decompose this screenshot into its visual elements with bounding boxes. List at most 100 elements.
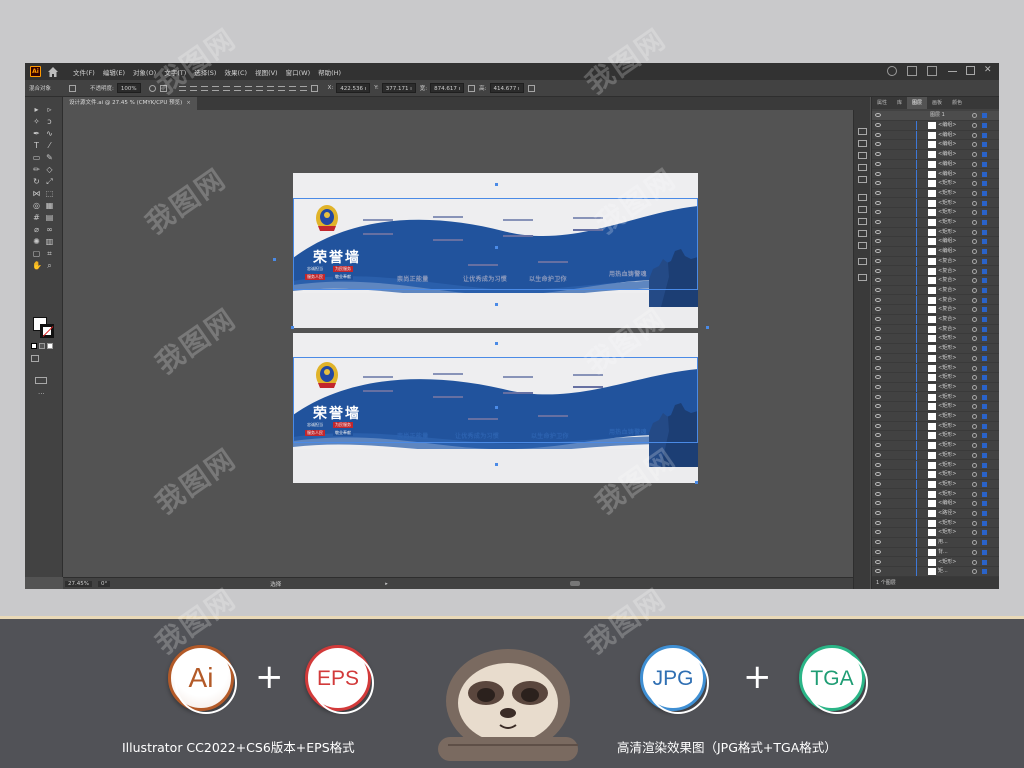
- target-icon[interactable]: [972, 132, 977, 138]
- target-icon[interactable]: [972, 171, 977, 177]
- distribute-middle-icon[interactable]: [255, 85, 263, 91]
- layer-row[interactable]: 用...: [872, 538, 999, 548]
- selection-indicator-icon[interactable]: [982, 307, 987, 313]
- y-field[interactable]: 377.171 ı: [381, 83, 416, 93]
- selection-indicator-icon[interactable]: [982, 443, 987, 449]
- align-bottom-icon[interactable]: [233, 85, 241, 91]
- selection-indicator-icon[interactable]: [982, 559, 987, 565]
- target-icon[interactable]: [972, 258, 977, 264]
- symbol-sprayer-icon[interactable]: ✺: [32, 237, 41, 246]
- slice-icon[interactable]: ⌗: [45, 249, 54, 258]
- target-icon[interactable]: [972, 462, 977, 468]
- selection-indicator-icon[interactable]: [982, 346, 987, 352]
- selection-indicator-icon[interactable]: [982, 491, 987, 497]
- stroke-swatch[interactable]: [40, 324, 54, 338]
- selection-indicator-icon[interactable]: [982, 123, 987, 128]
- selection-indicator-icon[interactable]: [982, 365, 987, 371]
- gradient-icon[interactable]: ▤: [45, 213, 54, 222]
- layer-row[interactable]: <矩形>: [872, 188, 999, 199]
- menu-effect[interactable]: 效果(C): [224, 67, 247, 77]
- selection-indicator-icon[interactable]: [982, 181, 987, 187]
- visibility-eye-icon[interactable]: [875, 326, 881, 331]
- menu-edit[interactable]: 编辑(E): [103, 67, 125, 77]
- pencil-icon[interactable]: ✏: [32, 165, 41, 174]
- layer-row[interactable]: <矩形>: [872, 218, 999, 228]
- column-graph-icon[interactable]: ▥: [45, 237, 54, 246]
- home-icon[interactable]: [47, 66, 59, 78]
- target-icon[interactable]: [972, 511, 977, 516]
- visibility-eye-icon[interactable]: [875, 249, 881, 254]
- target-icon[interactable]: [972, 278, 977, 284]
- screen-mode-icon[interactable]: [35, 377, 47, 384]
- layer-row[interactable]: <矩形>: [872, 179, 999, 189]
- target-icon[interactable]: [972, 414, 977, 419]
- none-swatch-icon[interactable]: [47, 343, 53, 349]
- visibility-eye-icon[interactable]: [875, 317, 881, 321]
- selection-handle[interactable]: [495, 303, 498, 306]
- blend-icon[interactable]: ∞: [45, 225, 54, 234]
- zoom-icon[interactable]: ⌕: [45, 261, 54, 270]
- draw-mode-icon[interactable]: [31, 355, 39, 362]
- layer-row[interactable]: <矩形>: [872, 470, 999, 480]
- target-icon[interactable]: [972, 220, 977, 225]
- target-icon[interactable]: [972, 433, 977, 439]
- visibility-eye-icon[interactable]: [875, 307, 881, 312]
- curvature-icon[interactable]: ∿: [45, 129, 54, 138]
- document-tab[interactable]: 设计源文件.ai @ 27.45 % (CMYK/CPU 预览) ×: [63, 97, 197, 110]
- distribute-right-icon[interactable]: [299, 85, 307, 91]
- tab-properties[interactable]: 属性: [872, 97, 892, 109]
- tab-layers[interactable]: 图层: [907, 97, 928, 109]
- menu-object[interactable]: 对象(O): [133, 67, 156, 77]
- close-tab-icon[interactable]: ×: [186, 100, 191, 106]
- selection-indicator-icon[interactable]: [982, 297, 987, 303]
- layer-row[interactable]: <编组>: [872, 499, 999, 509]
- magic-wand-icon[interactable]: ✧: [32, 117, 41, 126]
- selection-handle[interactable]: [495, 406, 498, 409]
- visibility-eye-icon[interactable]: [875, 123, 881, 127]
- target-icon[interactable]: [972, 404, 977, 410]
- visibility-eye-icon[interactable]: [875, 239, 881, 244]
- target-icon[interactable]: [972, 423, 977, 429]
- export-panel-icon[interactable]: [858, 258, 867, 265]
- layer-row[interactable]: <编组>: [872, 140, 999, 150]
- target-icon[interactable]: [972, 317, 977, 322]
- target-icon[interactable]: [972, 142, 977, 148]
- align-top-icon[interactable]: [211, 85, 219, 91]
- visibility-eye-icon[interactable]: [875, 336, 881, 341]
- selection-indicator-icon[interactable]: [982, 540, 987, 546]
- visibility-eye-icon[interactable]: [875, 530, 881, 535]
- selection-tool-icon[interactable]: ▸: [32, 105, 41, 114]
- type-icon[interactable]: T: [32, 141, 41, 150]
- layer-row[interactable]: <矩形>: [872, 373, 999, 383]
- visibility-eye-icon[interactable]: [875, 171, 881, 176]
- visibility-eye-icon[interactable]: [875, 220, 881, 224]
- grid-icon[interactable]: [159, 84, 167, 92]
- zoom-level[interactable]: 27.45%: [65, 580, 92, 587]
- visibility-eye-icon[interactable]: [875, 472, 881, 477]
- target-icon[interactable]: [972, 394, 977, 400]
- visibility-eye-icon[interactable]: [875, 559, 881, 564]
- recolor-icon[interactable]: [148, 84, 156, 92]
- visibility-eye-icon[interactable]: [875, 404, 881, 409]
- selection-indicator-icon[interactable]: [982, 142, 987, 148]
- target-icon[interactable]: [972, 181, 977, 187]
- visibility-eye-icon[interactable]: [875, 540, 881, 545]
- selection-indicator-icon[interactable]: [982, 423, 987, 429]
- layer-row[interactable]: 背...: [872, 547, 999, 558]
- target-icon[interactable]: [972, 297, 977, 303]
- layer-row[interactable]: <矩形>: [872, 557, 999, 567]
- visibility-eye-icon[interactable]: [875, 152, 881, 157]
- workspace-switcher-icon[interactable]: [927, 66, 937, 76]
- menu-type[interactable]: 文字(T): [164, 67, 186, 77]
- layer-row[interactable]: <编组>: [872, 247, 999, 257]
- visibility-eye-icon[interactable]: [875, 433, 881, 438]
- distribute-left-icon[interactable]: [277, 85, 285, 91]
- opacity-field[interactable]: 100%: [116, 83, 141, 93]
- visibility-eye-icon[interactable]: [875, 569, 881, 574]
- target-icon[interactable]: [972, 375, 977, 381]
- target-icon[interactable]: [972, 540, 977, 546]
- direct-selection-tool-icon[interactable]: ▹: [45, 105, 54, 114]
- target-icon[interactable]: [972, 443, 977, 449]
- selection-indicator-icon[interactable]: [982, 326, 987, 332]
- selection-handle[interactable]: [706, 326, 709, 329]
